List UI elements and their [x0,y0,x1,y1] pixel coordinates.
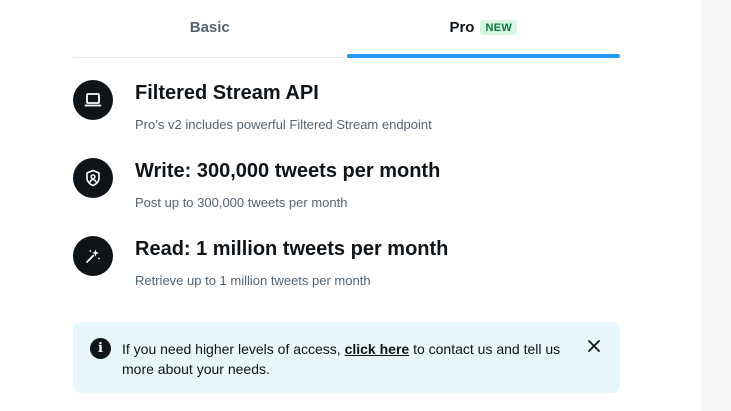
banner-message: If you need higher levels of access, cli… [122,339,562,379]
laptop-icon [73,80,113,120]
active-tab-indicator [346,54,620,58]
click-here-link[interactable]: click here [345,341,410,357]
info-icon: i [90,338,111,359]
feature-description: Post up to 300,000 tweets per month [135,195,348,210]
right-edge-strip [701,0,731,411]
tab-basic[interactable]: Basic [73,0,347,57]
feature-title: Write: 300,000 tweets per month [135,160,441,182]
close-icon[interactable] [584,336,604,356]
new-badge: NEW [480,20,518,35]
feature-description: Retrieve up to 1 million tweets per mont… [135,273,371,288]
feature-title: Read: 1 million tweets per month [135,238,449,260]
plan-tabs: Basic Pro NEW [73,0,620,58]
plan-panel: Basic Pro NEW Filtered Stream API Pro’s … [73,0,620,411]
tab-pro-label: Pro [449,19,475,36]
sparkle-wand-icon [73,236,113,276]
contact-banner: i If you need higher levels of access, c… [73,322,620,393]
feature-description: Pro’s v2 includes powerful Filtered Stre… [135,117,432,132]
shield-person-icon [73,158,113,198]
tab-basic-label: Basic [189,19,230,36]
feature-title: Filtered Stream API [135,82,319,104]
banner-text-before: If you need higher levels of access, [122,341,345,357]
tab-pro[interactable]: Pro NEW [346,0,620,58]
